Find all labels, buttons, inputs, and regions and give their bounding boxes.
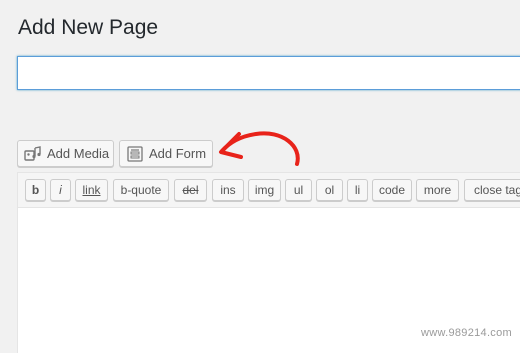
- media-icon: [24, 145, 42, 162]
- add-media-button[interactable]: Add Media: [17, 140, 114, 167]
- form-icon: [126, 145, 144, 162]
- toolbar-button-bold[interactable]: b: [25, 179, 46, 201]
- annotation-arrow: [219, 131, 300, 166]
- toolbar-button-b-quote[interactable]: b-quote: [113, 179, 169, 201]
- toolbar-button-more[interactable]: more: [416, 179, 459, 201]
- add-media-label: Add Media: [47, 146, 110, 161]
- toolbar-button-ins[interactable]: ins: [212, 179, 244, 201]
- page-title: Add New Page: [18, 16, 159, 39]
- quicktags-toolbar: b i link b-quote del ins img ul ol li co…: [18, 173, 520, 208]
- title-input[interactable]: [17, 56, 520, 90]
- toolbar-button-close-tags[interactable]: close tags: [464, 179, 520, 201]
- toolbar-button-del[interactable]: del: [174, 179, 207, 201]
- add-form-button[interactable]: Add Form: [119, 140, 213, 167]
- toolbar-button-img[interactable]: img: [248, 179, 281, 201]
- toolbar-button-ol[interactable]: ol: [316, 179, 343, 201]
- editor: b i link b-quote del ins img ul ol li co…: [17, 172, 520, 353]
- toolbar-button-code[interactable]: code: [372, 179, 412, 201]
- watermark: www.989214.com: [420, 327, 512, 339]
- toolbar-button-italic[interactable]: i: [50, 179, 71, 201]
- toolbar-button-ul[interactable]: ul: [285, 179, 312, 201]
- toolbar-button-link[interactable]: link: [75, 179, 108, 201]
- add-form-label: Add Form: [149, 146, 207, 161]
- toolbar-button-li[interactable]: li: [347, 179, 368, 201]
